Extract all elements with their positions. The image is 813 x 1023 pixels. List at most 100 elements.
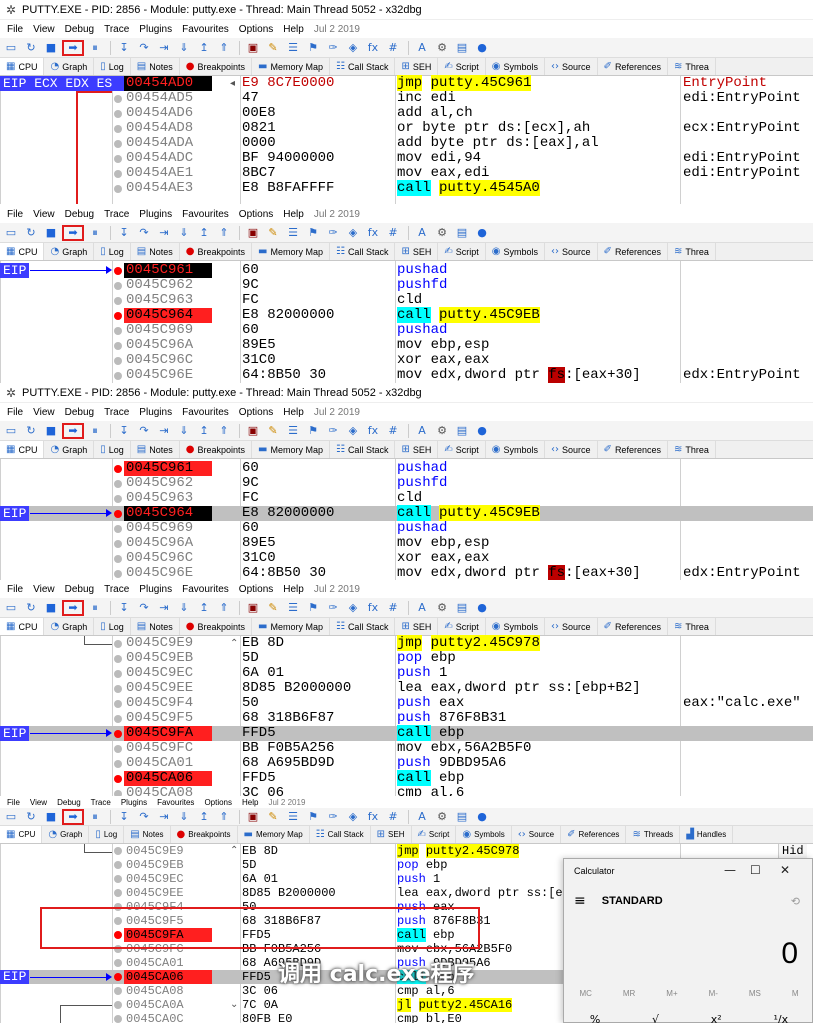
breakpoint-bullet[interactable] (114, 973, 122, 981)
tab-cpu[interactable]: ▦ CPU (0, 826, 43, 843)
disasm-row[interactable]: 0045C963 FC cld (0, 293, 813, 308)
breakpoint-bullet[interactable] (114, 959, 122, 967)
labels-icon[interactable]: ⚑ (304, 40, 322, 56)
breakpoint-bullet[interactable] (114, 357, 122, 365)
comments-icon[interactable]: ☰ (284, 225, 302, 241)
breakpoint-bullet[interactable] (114, 861, 122, 869)
breakpoint-bullet[interactable] (114, 495, 122, 503)
tab-threads[interactable]: ≋ Threads (626, 826, 681, 843)
menu-plugins[interactable]: Plugins (134, 209, 177, 220)
open-icon[interactable]: ▭ (2, 809, 20, 825)
settings-icon[interactable]: ⚙ (433, 809, 451, 825)
tab-symbols[interactable]: ◉ Symbols (456, 826, 512, 843)
breakpoint-bullet[interactable] (114, 125, 122, 133)
tab-call-stack[interactable]: ☷ Call Stack (310, 826, 371, 843)
disasm-row[interactable]: 0045C9E9 ⌃ EB 8D jmp putty2.45C978 (0, 844, 813, 858)
disasm-row[interactable]: 0045C961 60 pushad (0, 263, 813, 278)
tab-call-stack[interactable]: ☷ Call Stack (330, 243, 396, 260)
restart-icon[interactable]: ↻ (22, 40, 40, 56)
history-icon[interactable]: ⟲ (791, 895, 800, 908)
disasm-row[interactable]: 0045C9E9 ⌃ EB 8D jmp putty2.45C978 (0, 635, 813, 651)
bookmarks-icon[interactable]: ✑ (324, 600, 342, 616)
tab-graph[interactable]: ◔ Graph (44, 243, 95, 260)
breakpoint-bullet[interactable] (114, 312, 122, 320)
tab-memory-map[interactable]: ▬ Memory Map (252, 618, 330, 635)
breakpoint-bullet[interactable] (114, 715, 122, 723)
breakpoint-bullet[interactable] (114, 555, 122, 563)
tab-log[interactable]: ▯ Log (94, 441, 131, 458)
breakpoint-bullet[interactable] (114, 875, 122, 883)
functions-icon[interactable]: ◈ (344, 809, 362, 825)
breakpoint-bullet[interactable] (114, 700, 122, 708)
hash-icon[interactable]: # (384, 600, 402, 616)
comments-icon[interactable]: ☰ (284, 40, 302, 56)
breakpoint-bullet[interactable] (114, 170, 122, 178)
patch-icon[interactable]: ✎ (264, 225, 282, 241)
disasm-row[interactable]: 00454AD8 0821 or byte ptr ds:[ecx],ah ecx:E… (0, 121, 813, 136)
breakpoint-bullet[interactable] (114, 327, 122, 335)
tab-source[interactable]: ‹› Source (545, 618, 598, 635)
restart-icon[interactable]: ↻ (22, 423, 40, 439)
calc-key[interactable]: ¹/x (773, 1013, 788, 1023)
tab-graph[interactable]: ◔ Graph (44, 618, 95, 635)
minimize-icon[interactable]: — (724, 863, 736, 877)
open-icon[interactable]: ▭ (2, 600, 20, 616)
hash-icon[interactable]: # (384, 40, 402, 56)
menu-trace[interactable]: Trace (99, 209, 134, 220)
tab-log[interactable]: ▯ Log (94, 243, 131, 260)
tab-log[interactable]: ▯ Log (89, 826, 125, 843)
tab-threa[interactable]: ≋ Threa (668, 58, 716, 75)
disasm-row[interactable]: 0045C969 60 pushad (0, 521, 813, 536)
breakpoint-bullet[interactable] (114, 185, 122, 193)
breakpoint-bullet[interactable] (114, 775, 122, 783)
menu-trace[interactable]: Trace (86, 798, 116, 807)
stop-icon[interactable]: ■ (42, 809, 60, 825)
functions-icon[interactable]: ◈ (344, 225, 362, 241)
disasm-row[interactable]: 00454ADA 0000 add byte ptr ds:[eax],al (0, 136, 813, 151)
trace-into-icon[interactable]: ⇥ (155, 40, 173, 56)
menu-trace[interactable]: Trace (99, 24, 134, 35)
tab-cpu[interactable]: ▦ CPU (0, 243, 45, 260)
menu-favourites[interactable]: Favourites (152, 798, 199, 807)
patch-icon[interactable]: ✎ (264, 40, 282, 56)
breakpoint-bullet[interactable] (114, 685, 122, 693)
calc-key[interactable]: % (590, 1013, 600, 1023)
tab-graph[interactable]: ◔ Graph (44, 58, 95, 75)
pause-icon[interactable]: ⏸ (86, 225, 104, 241)
breakpoint-bullet[interactable] (114, 155, 122, 163)
disasm-row[interactable]: 0045C96C 31C0 xor eax,eax (0, 353, 813, 368)
trace-into-icon[interactable]: ⇥ (155, 809, 173, 825)
font-icon[interactable]: A (413, 40, 431, 56)
disasm-row[interactable]: 0045C9FC BB F0B5A256 mov ebx,56A2B5F0 (0, 741, 813, 756)
tab-memory-map[interactable]: ▬ Memory Map (252, 243, 330, 260)
tab-threa[interactable]: ≋ Threa (668, 243, 716, 260)
menu-favourites[interactable]: Favourites (177, 24, 234, 35)
restart-icon[interactable]: ↻ (22, 225, 40, 241)
breakpoint-bullet[interactable] (114, 570, 122, 578)
menu-view[interactable]: View (28, 209, 60, 220)
step-into-icon[interactable]: ↧ (115, 809, 133, 825)
breakpoint-bullet[interactable] (114, 110, 122, 118)
hash-icon[interactable]: # (384, 225, 402, 241)
menu-options[interactable]: Options (234, 209, 278, 220)
tab-notes[interactable]: ▤ Notes (131, 618, 180, 635)
tab-source[interactable]: ‹› Source (545, 58, 598, 75)
functions-icon[interactable]: ◈ (344, 600, 362, 616)
menu-help[interactable]: Help (237, 798, 263, 807)
disasm-row[interactable]: 0045C962 9C pushfd (0, 278, 813, 293)
fx-icon[interactable]: fx (364, 225, 382, 241)
notes-icon[interactable]: ▤ (453, 225, 471, 241)
font-icon[interactable]: A (413, 809, 431, 825)
execute-till-return-icon[interactable]: ↥ (195, 600, 213, 616)
menu-file[interactable]: File (2, 407, 28, 418)
labels-icon[interactable]: ⚑ (304, 423, 322, 439)
comments-icon[interactable]: ☰ (284, 423, 302, 439)
labels-icon[interactable]: ⚑ (304, 600, 322, 616)
maximize-icon[interactable]: ☐ (750, 863, 761, 877)
run-to-user-code-icon[interactable]: ⇑ (215, 423, 233, 439)
memory-button[interactable]: MS (749, 989, 761, 998)
menu-debug[interactable]: Debug (60, 24, 99, 35)
open-icon[interactable]: ▭ (2, 225, 20, 241)
run-icon[interactable]: ➡ (62, 599, 84, 616)
breakpoint-bullet[interactable] (114, 1015, 122, 1023)
